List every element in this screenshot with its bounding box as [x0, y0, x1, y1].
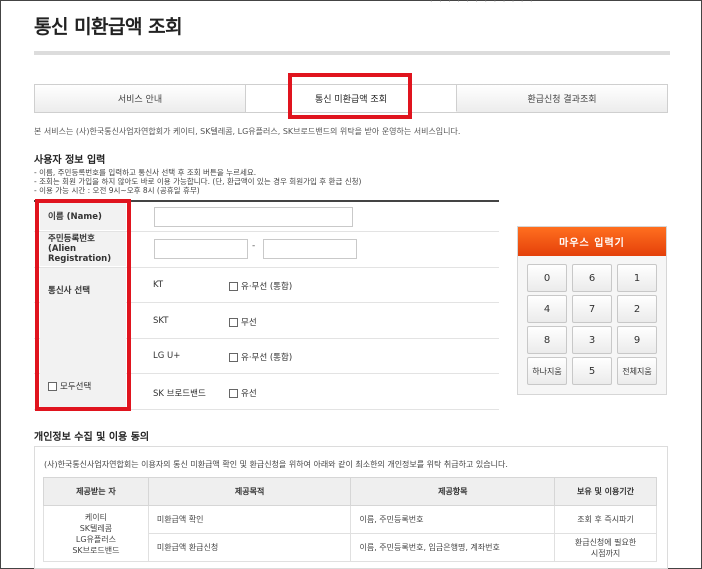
cropped-header-text: · · · · · · · · · · · ·: [430, 0, 680, 4]
recipient: SK브로드밴드: [72, 545, 120, 555]
table-cell: 환급신청에 필요한 시점까지: [554, 533, 657, 562]
skt-option-label: 무선: [241, 318, 257, 328]
key-4[interactable]: 4: [527, 295, 567, 323]
usage-notes: - 이름, 주민등록번호를 입력하고 통신사 선택 후 조회 버튼을 누르세요.…: [34, 168, 361, 195]
consent-description: (사)한국통신사업자연합회는 이용자의 통신 미환급액 확인 및 환급신청을 위…: [44, 460, 508, 469]
recipient: SK텔레콤: [79, 523, 113, 533]
checkbox-icon: [229, 317, 238, 327]
period-line: 환급신청에 필요한: [574, 537, 637, 547]
table-header: 제공항목: [350, 477, 556, 506]
table-cell: 이름, 주민등록번호, 입금은행명, 계좌번호: [350, 533, 556, 562]
checkbox-lgu[interactable]: 유·무선 (통합): [229, 351, 292, 363]
rrn-back-input[interactable]: [263, 239, 357, 259]
table-cell: 조회 후 즉시파기: [554, 505, 657, 534]
key-3[interactable]: 3: [572, 326, 612, 354]
checkbox-icon: [229, 281, 238, 291]
table-header: 제공받는 자: [43, 477, 149, 506]
key-1[interactable]: 1: [617, 264, 657, 292]
lgu-option-label: 유·무선 (통합): [241, 353, 293, 363]
tab-refund-result[interactable]: 환급신청 결과조회: [457, 85, 667, 112]
highlight-box-tab: [288, 73, 412, 119]
checkbox-skb[interactable]: 유선: [229, 387, 257, 399]
carrier-name-kt: KT: [153, 280, 164, 290]
key-7[interactable]: 7: [572, 295, 612, 323]
table-header-row: 제공받는 자 제공목적 제공항목 보유 및 이용기간: [43, 477, 657, 506]
mouse-keypad: 마우스 입력기 0 6 1 4 7 2 8 3 9 하나지움 5 전체지움: [517, 226, 667, 395]
key-9[interactable]: 9: [617, 326, 657, 354]
table-header: 보유 및 이용기간: [554, 477, 657, 506]
key-5[interactable]: 5: [572, 357, 612, 385]
key-8[interactable]: 8: [527, 326, 567, 354]
checkbox-skt[interactable]: 무선: [229, 316, 257, 328]
key-0[interactable]: 0: [527, 264, 567, 292]
carrier-name-skb: SK 브로드밴드: [153, 389, 206, 399]
key-6[interactable]: 6: [572, 264, 612, 292]
page-title: 통신 미환급액 조회: [34, 16, 183, 38]
table-cell: 미환급액 확인: [147, 505, 352, 534]
usage-note: - 이름, 주민등록번호를 입력하고 통신사 선택 후 조회 버튼을 누르세요.: [34, 168, 257, 177]
usage-note: - 이용 가능 시간 : 오전 9시~오후 8시 (공휴일 휴무): [34, 186, 200, 195]
kt-option-label: 유·무선 (통합): [241, 282, 293, 292]
table-cell: 이름, 주민등록번호: [350, 505, 556, 534]
highlight-box-form-labels: [35, 199, 131, 411]
table-cell: 미환급액 환급신청: [147, 533, 352, 562]
key-backspace[interactable]: 하나지움: [527, 357, 567, 385]
period-line: 시점까지: [590, 548, 621, 558]
keypad-title: 마우스 입력기: [518, 227, 666, 256]
key-2[interactable]: 2: [617, 295, 657, 323]
checkbox-icon: [229, 388, 238, 398]
user-info-section-title: 사용자 정보 입력: [34, 155, 106, 166]
rrn-front-input[interactable]: [154, 239, 248, 259]
carrier-name-skt: SKT: [153, 316, 169, 326]
key-clear-all[interactable]: 전체지움: [617, 357, 657, 385]
table-header: 제공목적: [147, 477, 352, 506]
rrn-separator: -: [252, 241, 256, 251]
recipients-cell: 케이티 SK텔레콤 LG유플러스 SK브로드밴드: [43, 505, 149, 562]
consent-section-title: 개인정보 수집 및 이용 동의: [34, 432, 150, 443]
tab-service-info[interactable]: 서비스 안내: [35, 85, 246, 112]
service-intro-text: 본 서비스는 (사)한국통신사업자연합회가 케이티, SK텔레콤, LG유플러스…: [34, 127, 461, 136]
name-input[interactable]: [154, 207, 353, 227]
checkbox-kt[interactable]: 유·무선 (통합): [229, 280, 292, 292]
checkbox-icon: [229, 352, 238, 362]
recipient: 케이티: [84, 512, 107, 522]
recipient: LG유플러스: [75, 534, 116, 544]
usage-note: - 조회는 회원 가입을 하지 않아도 바로 이용 가능합니다. (단, 환급액…: [34, 177, 362, 186]
title-divider: [34, 51, 670, 55]
table-row: 케이티 SK텔레콤 LG유플러스 SK브로드밴드 미환급액 확인 이름, 주민등…: [43, 505, 657, 562]
consent-table: 제공받는 자 제공목적 제공항목 보유 및 이용기간 케이티 SK텔레콤 LG유…: [43, 477, 657, 562]
carrier-name-lgu: LG U+: [153, 351, 181, 361]
skb-option-label: 유선: [241, 389, 257, 399]
